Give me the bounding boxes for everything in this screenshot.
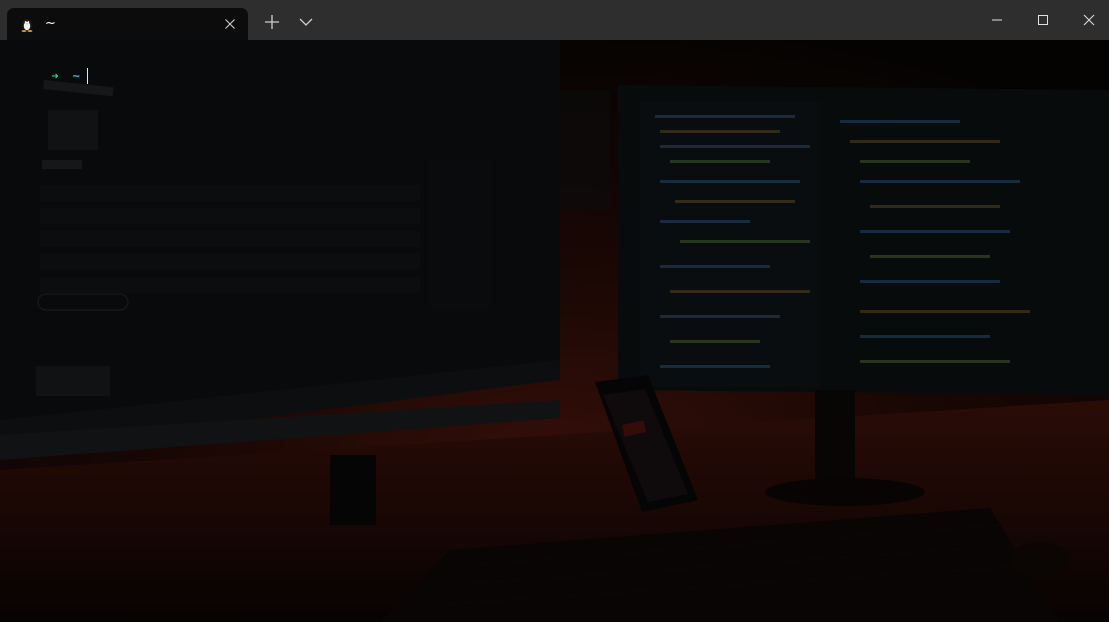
maximize-button[interactable] bbox=[1020, 0, 1066, 40]
minimize-icon bbox=[992, 19, 1002, 21]
plus-icon[interactable] bbox=[262, 12, 282, 32]
text-cursor bbox=[86, 68, 88, 84]
current-directory: ~ bbox=[72, 69, 80, 83]
close-window-button[interactable] bbox=[1066, 0, 1109, 40]
close-icon bbox=[1083, 14, 1095, 26]
prompt-line[interactable]: ➜ ~ bbox=[8, 52, 88, 84]
background-image bbox=[0, 40, 1109, 622]
tab-home[interactable]: ~ bbox=[7, 8, 248, 40]
tab-title: ~ bbox=[45, 16, 56, 31]
chevron-down-icon[interactable] bbox=[296, 12, 316, 32]
terminal-window: ~ ➜ ~ bbox=[0, 0, 1109, 622]
close-icon[interactable] bbox=[222, 16, 238, 32]
linux-tux-icon bbox=[19, 16, 35, 32]
maximize-icon bbox=[1038, 15, 1048, 25]
title-bar[interactable]: ~ bbox=[0, 0, 1109, 40]
minimize-button[interactable] bbox=[974, 0, 1020, 40]
terminal-pane[interactable]: ➜ ~ bbox=[0, 40, 1109, 622]
prompt-arrow-icon: ➜ bbox=[51, 69, 59, 83]
